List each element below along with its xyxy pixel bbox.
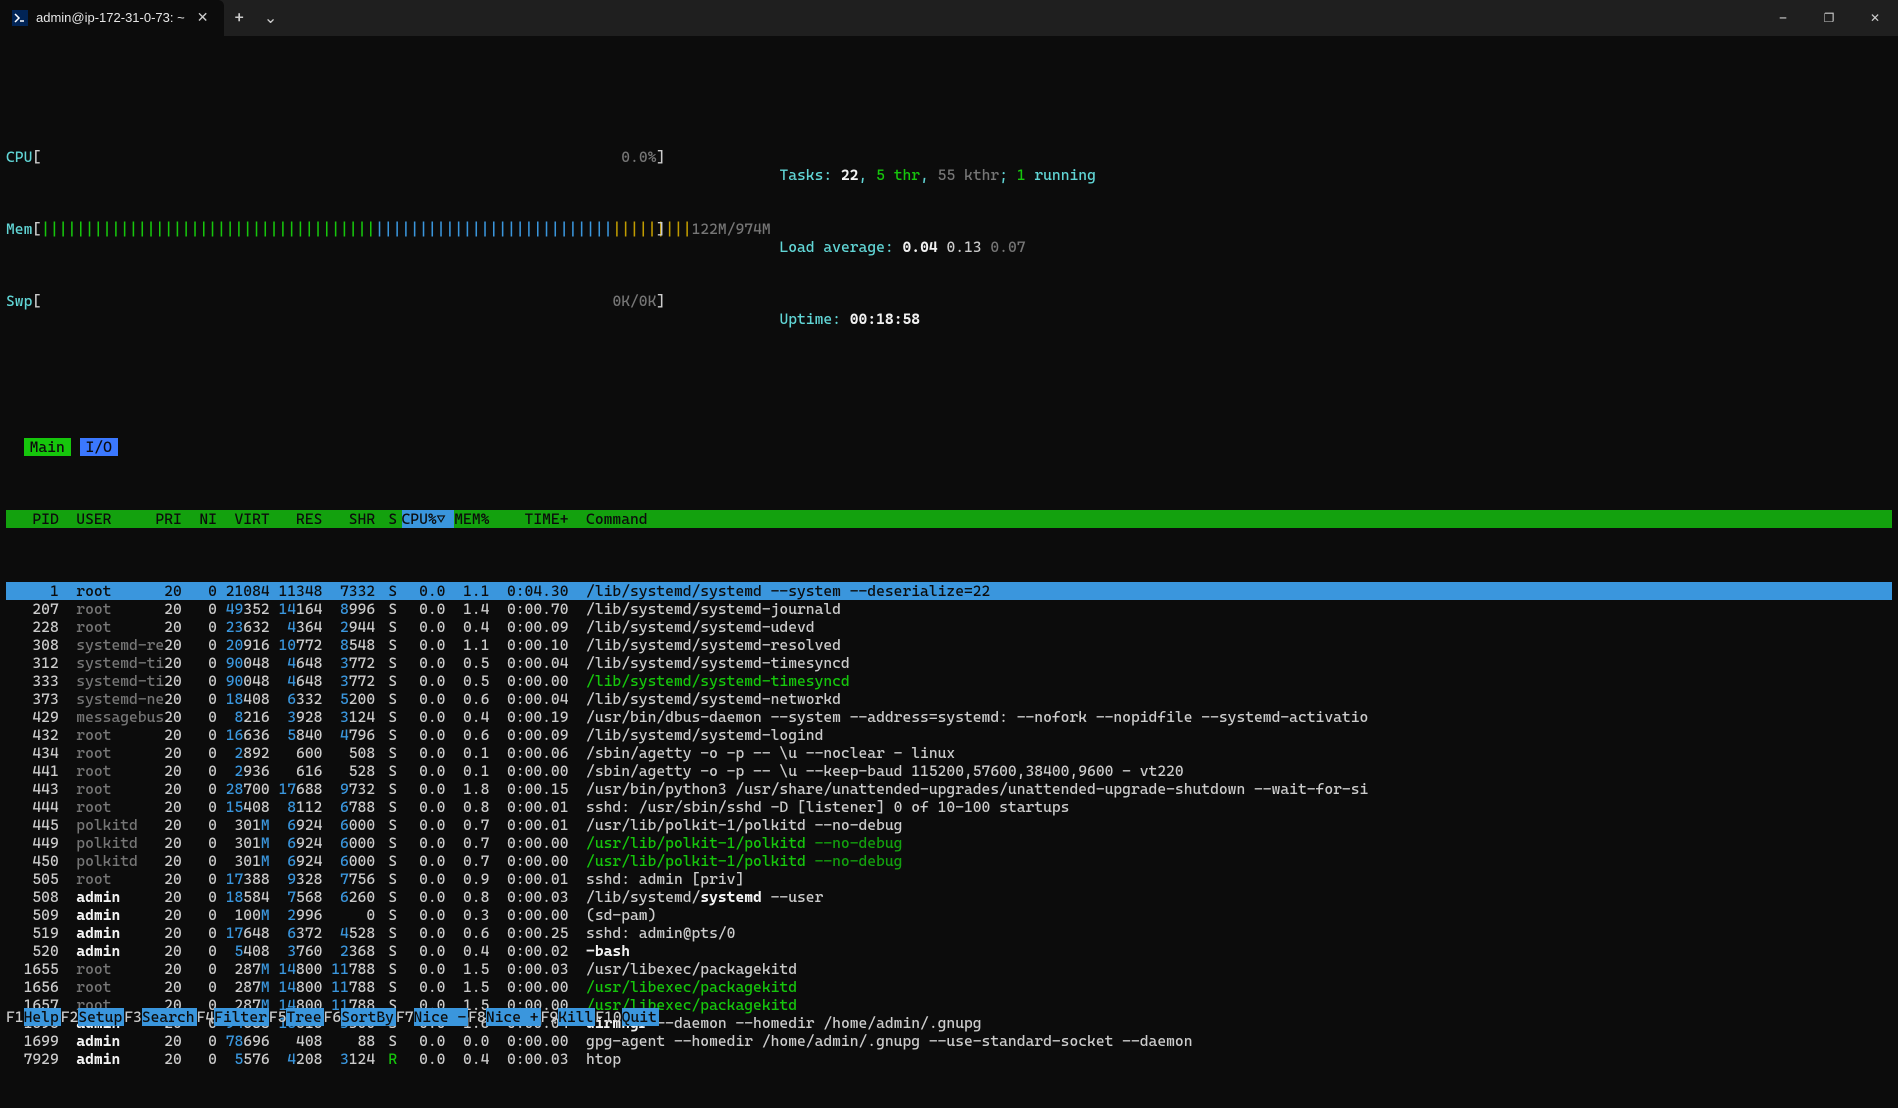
process-row[interactable]: 308systemd-re20020916107728548S0.01.10:0…	[6, 636, 1892, 654]
fkey-f9: F9	[541, 1008, 559, 1026]
faction-quit[interactable]: Quit	[622, 1008, 659, 1026]
faction-nice--[interactable]: Nice -	[414, 1008, 469, 1026]
col-ni[interactable]: NI	[191, 510, 226, 528]
minimize-button[interactable]: —	[1760, 0, 1806, 36]
faction-search[interactable]: Search	[142, 1008, 197, 1026]
uptime-label: Uptime:	[779, 310, 849, 328]
process-list: 1root20021084113487332S0.01.10:04.30/lib…	[6, 582, 1892, 1068]
fkey-f4: F4	[197, 1008, 215, 1026]
col-virt[interactable]: VIRT	[226, 510, 279, 528]
process-row[interactable]: 444root2001540881126788S0.00.80:00.01ssh…	[6, 798, 1892, 816]
process-row[interactable]: 373systemd-ne2001840863325200S0.00.60:00…	[6, 690, 1892, 708]
faction-kill[interactable]: Kill	[558, 1008, 595, 1026]
process-row[interactable]: 508admin2001858475686260S0.00.80:00.03/l…	[6, 888, 1892, 906]
process-row[interactable]: 443root20028700176889732S0.01.80:00.15/u…	[6, 780, 1892, 798]
fkey-f2: F2	[61, 1008, 79, 1026]
col-shr[interactable]: SHR	[331, 510, 384, 528]
swp-bar: 0K/0K	[41, 292, 656, 310]
cpu-bar: 0.0%	[41, 148, 656, 166]
fkey-f5: F5	[269, 1008, 287, 1026]
faction-sortby[interactable]: SortBy	[341, 1008, 396, 1026]
close-window-button[interactable]: ✕	[1852, 0, 1898, 36]
tab-io[interactable]: I/O	[80, 438, 118, 456]
swp-meter: Swp [ 0K/0K ] Uptime: 00:18:58	[6, 292, 1892, 310]
process-row[interactable]: 505root2001738893287756S0.00.90:00.01ssh…	[6, 870, 1892, 888]
cpu-meter: CPU [ 0.0% ] Tasks: 22, 5 thr, 55 kthr; …	[6, 148, 1892, 166]
process-row[interactable]: 207root20049352141648996S0.01.40:00.70/l…	[6, 600, 1892, 618]
process-row[interactable]: 441root2002936616528S0.00.10:00.00/sbin/…	[6, 762, 1892, 780]
process-row[interactable]: 312systemd-ti2009004846483772S0.00.50:00…	[6, 654, 1892, 672]
col-cpu[interactable]: CPU%▽	[402, 510, 455, 528]
process-row[interactable]: 429messagebus200821639283124S0.00.40:00.…	[6, 708, 1892, 726]
close-tab-icon[interactable]: ✕	[193, 10, 213, 27]
tasks-label: Tasks:	[779, 166, 841, 184]
process-header[interactable]: PID USER PRI NI VIRT RES SHR S CPU%▽ MEM…	[6, 510, 1892, 528]
tab-title: admin@ip-172-31-0-73: ~	[36, 10, 185, 26]
col-s[interactable]: S	[384, 510, 402, 528]
new-tab-button[interactable]: +	[224, 0, 253, 36]
col-res[interactable]: RES	[278, 510, 331, 528]
fkey-f1: F1	[6, 1008, 24, 1026]
faction-help[interactable]: Help	[24, 1008, 61, 1026]
maximize-button[interactable]: ❐	[1806, 0, 1852, 36]
process-row[interactable]: 509admin200100M29960S0.00.30:00.00(sd-pa…	[6, 906, 1892, 924]
cpu-label: CPU	[6, 148, 32, 166]
mem-bar: ||||||||||||||||||||||||||||||||||||||||…	[41, 220, 656, 238]
process-row[interactable]: 520admin200540837602368S0.00.40:00.02-ba…	[6, 942, 1892, 960]
fkey-f6: F6	[324, 1008, 342, 1026]
col-command[interactable]: Command	[577, 510, 1892, 528]
process-row[interactable]: 519admin2001764863724528S0.00.60:00.25ss…	[6, 924, 1892, 942]
swp-label: Swp	[6, 292, 32, 310]
process-row[interactable]: 434root2002892600508S0.00.10:00.06/sbin/…	[6, 744, 1892, 762]
terminal-output: CPU [ 0.0% ] Tasks: 22, 5 thr, 55 kthr; …	[0, 36, 1898, 1108]
process-row[interactable]: 1root20021084113487332S0.01.10:04.30/lib…	[6, 582, 1892, 600]
process-row[interactable]: 7929admin200557642083124R0.00.40:00.03ht…	[6, 1050, 1892, 1068]
faction-filter[interactable]: Filter	[214, 1008, 269, 1026]
powershell-icon	[12, 10, 28, 26]
col-time[interactable]: TIME+	[498, 510, 577, 528]
mem-label: Mem	[6, 220, 32, 238]
faction-tree[interactable]: Tree	[286, 1008, 323, 1026]
faction-nice-+[interactable]: Nice +	[486, 1008, 541, 1026]
process-row[interactable]: 1699admin2007869640888S0.00.00:00.00gpg-…	[6, 1032, 1892, 1050]
faction-setup[interactable]: Setup	[78, 1008, 124, 1026]
process-row[interactable]: 445polkitd200301M69246000S0.00.70:00.01/…	[6, 816, 1892, 834]
process-row[interactable]: 449polkitd200301M69246000S0.00.70:00.00/…	[6, 834, 1892, 852]
col-pid[interactable]: PID	[6, 510, 68, 528]
process-row[interactable]: 1656root200287M1480011788S0.01.50:00.00/…	[6, 978, 1892, 996]
terminal-tab[interactable]: admin@ip-172-31-0-73: ~ ✕	[0, 0, 224, 36]
fkey-f3: F3	[124, 1008, 142, 1026]
tab-dropdown-button[interactable]: ⌄	[254, 0, 287, 36]
titlebar: admin@ip-172-31-0-73: ~ ✕ + ⌄ — ❐ ✕	[0, 0, 1898, 36]
fkey-f8: F8	[468, 1008, 486, 1026]
process-row[interactable]: 432root2001663658404796S0.00.60:00.09/li…	[6, 726, 1892, 744]
function-key-bar: F1Help F2Setup F3SearchF4FilterF5Tree F6…	[6, 1008, 1892, 1026]
col-pri[interactable]: PRI	[155, 510, 190, 528]
load-label: Load average:	[779, 238, 902, 256]
col-user[interactable]: USER	[68, 510, 156, 528]
htop-tabs: Main I/O	[6, 438, 1892, 456]
mem-meter: Mem [ ||||||||||||||||||||||||||||||||||…	[6, 220, 1892, 238]
col-mem[interactable]: MEM%	[454, 510, 498, 528]
process-row[interactable]: 450polkitd200301M69246000S0.00.70:00.00/…	[6, 852, 1892, 870]
fkey-f10: F10	[595, 1008, 621, 1026]
tab-main[interactable]: Main	[24, 438, 71, 456]
process-row[interactable]: 228root2002363243642944S0.00.40:00.09/li…	[6, 618, 1892, 636]
process-row[interactable]: 1655root200287M1480011788S0.01.50:00.03/…	[6, 960, 1892, 978]
process-row[interactable]: 333systemd-ti2009004846483772S0.00.50:00…	[6, 672, 1892, 690]
fkey-f7: F7	[396, 1008, 414, 1026]
